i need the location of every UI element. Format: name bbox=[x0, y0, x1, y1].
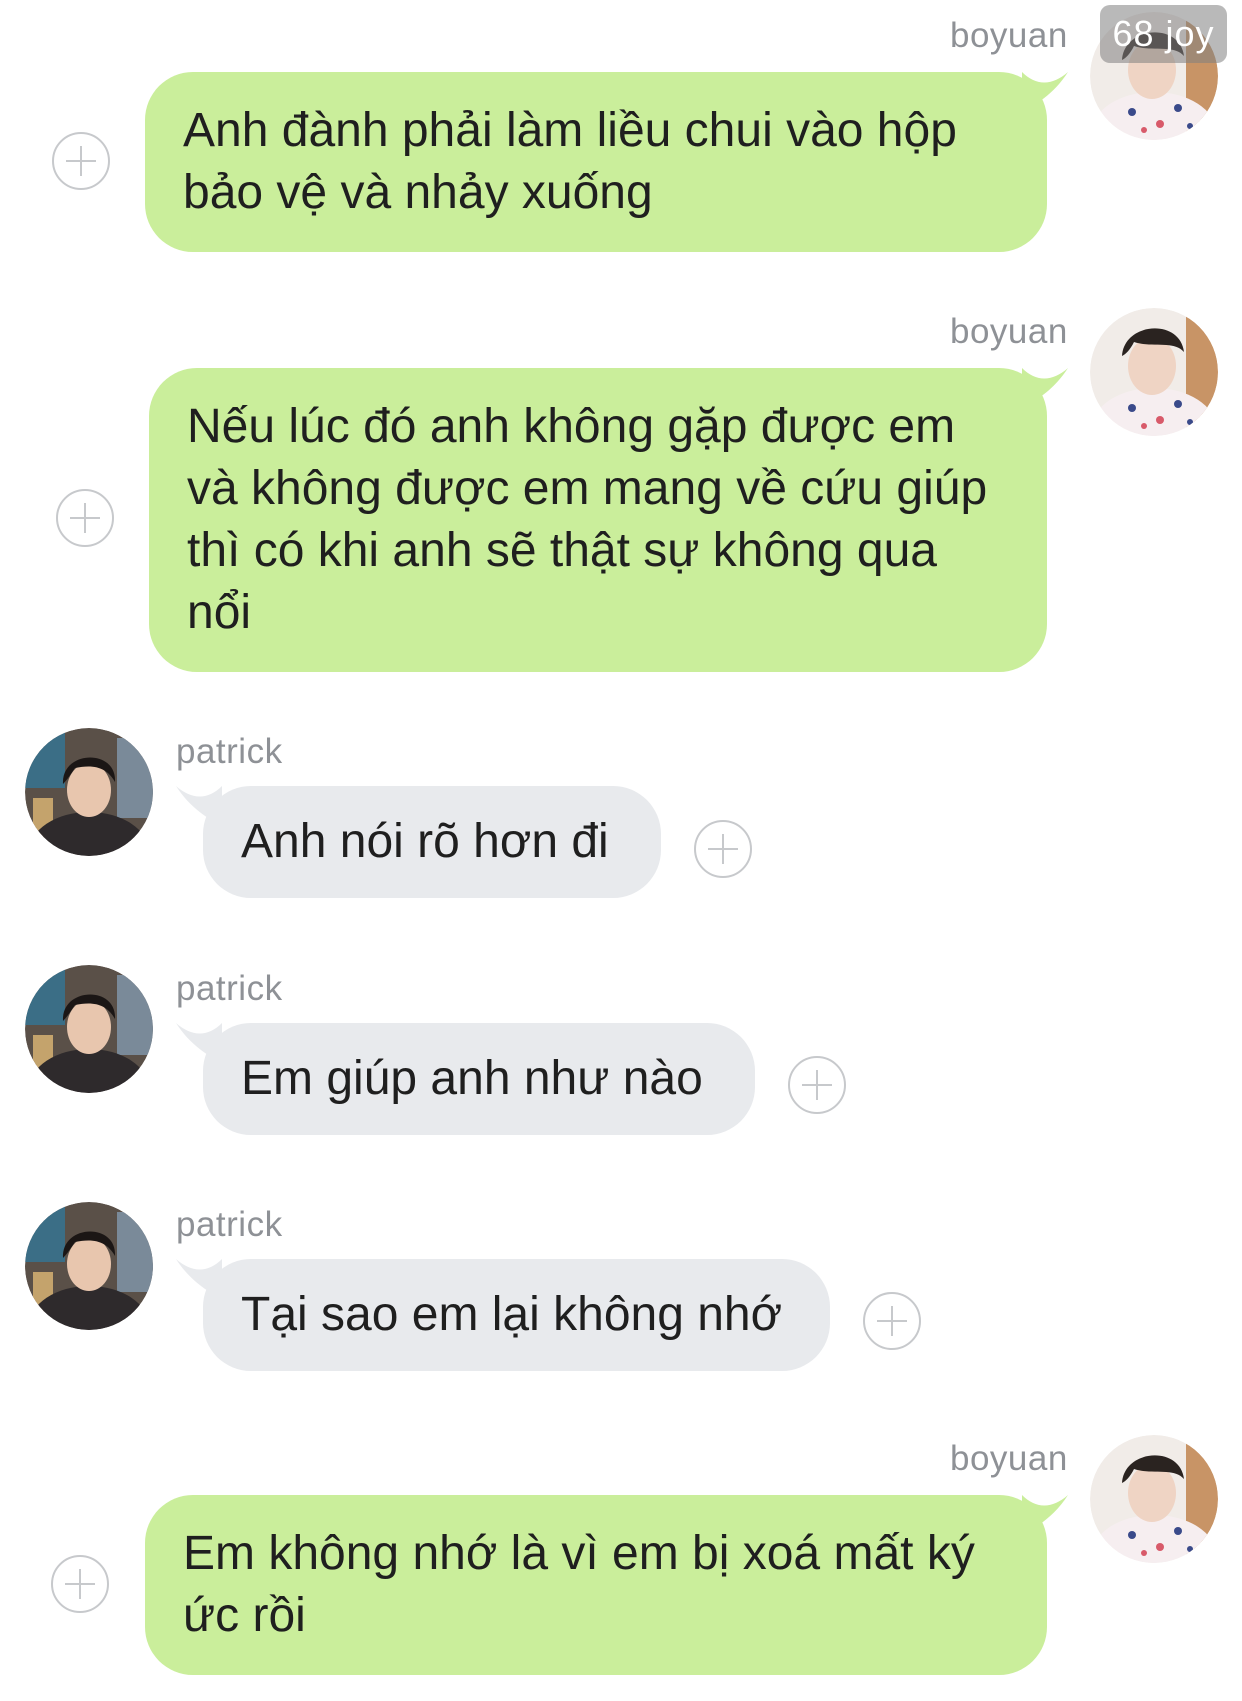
sender-name: boyuan bbox=[950, 16, 1068, 55]
avatar-patrick[interactable] bbox=[25, 728, 153, 856]
message-bubble[interactable]: Tại sao em lại không nhớ bbox=[203, 1259, 830, 1371]
plus-circle-icon[interactable] bbox=[51, 1555, 109, 1613]
avatar-patrick[interactable] bbox=[25, 965, 153, 1093]
message-bubble[interactable]: Em giúp anh như nào bbox=[203, 1023, 755, 1135]
sender-name: patrick bbox=[176, 1205, 283, 1244]
message-bubble[interactable]: Anh đành phải làm liều chui vào hộp bảo … bbox=[145, 72, 1047, 252]
message-bubble[interactable]: Anh nói rõ hơn đi bbox=[203, 786, 661, 898]
message-bubble[interactable]: Nếu lúc đó anh không gặp được em và khôn… bbox=[149, 368, 1047, 672]
plus-circle-icon[interactable] bbox=[788, 1056, 846, 1114]
sender-name: patrick bbox=[176, 732, 283, 771]
plus-circle-icon[interactable] bbox=[56, 489, 114, 547]
plus-circle-icon[interactable] bbox=[863, 1292, 921, 1350]
sender-name: patrick bbox=[176, 969, 283, 1008]
avatar-boyuan[interactable] bbox=[1090, 1435, 1218, 1563]
message-bubble[interactable]: Em không nhớ là vì em bị xoá mất ký ức r… bbox=[145, 1495, 1047, 1675]
avatar-patrick[interactable] bbox=[25, 1202, 153, 1330]
avatar-boyuan[interactable] bbox=[1090, 308, 1218, 436]
watermark-badge: 68 joy bbox=[1100, 5, 1227, 63]
plus-circle-icon[interactable] bbox=[694, 820, 752, 878]
sender-name: boyuan bbox=[950, 1439, 1068, 1478]
plus-circle-icon[interactable] bbox=[52, 132, 110, 190]
sender-name: boyuan bbox=[950, 312, 1068, 351]
